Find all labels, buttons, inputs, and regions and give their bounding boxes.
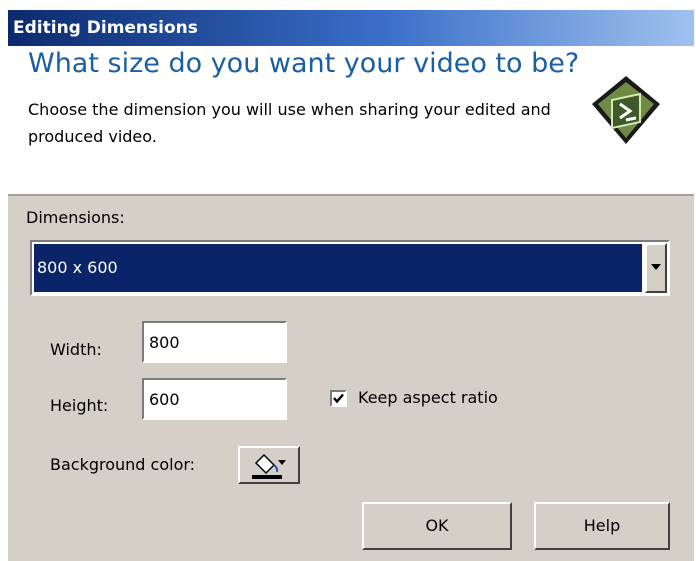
dialog-description: Choose the dimension you will use when s… <box>28 100 551 146</box>
dialog-heading: What size do you want your video to be? <box>28 48 580 79</box>
editing-dimensions-dialog: Editing Dimensions What size do you want… <box>8 10 694 561</box>
camtasia-film-icon <box>592 76 660 144</box>
dimensions-selected-value[interactable]: 800 x 600 <box>34 244 642 292</box>
title-bar: Editing Dimensions <box>8 10 694 46</box>
background-color-button[interactable] <box>238 446 300 484</box>
help-button[interactable]: Help <box>534 502 670 550</box>
selected-color-swatch <box>252 475 282 479</box>
dimensions-dropdown[interactable]: 800 x 600 <box>30 240 670 296</box>
dimensions-label: Dimensions: <box>26 208 125 227</box>
paint-bucket-icon <box>252 453 286 479</box>
height-input[interactable] <box>142 378 287 420</box>
height-label: Height: <box>50 396 109 415</box>
width-input[interactable] <box>142 321 287 363</box>
keep-aspect-ratio-label[interactable]: Keep aspect ratio <box>358 388 498 407</box>
width-label: Width: <box>50 340 102 359</box>
ok-button[interactable]: OK <box>362 502 512 550</box>
background-color-label: Background color: <box>50 455 196 474</box>
keep-aspect-ratio-checkbox[interactable] <box>330 390 347 407</box>
checkmark-icon <box>333 393 344 404</box>
window-title: Editing Dimensions <box>13 18 198 38</box>
chevron-down-icon[interactable] <box>645 243 667 293</box>
